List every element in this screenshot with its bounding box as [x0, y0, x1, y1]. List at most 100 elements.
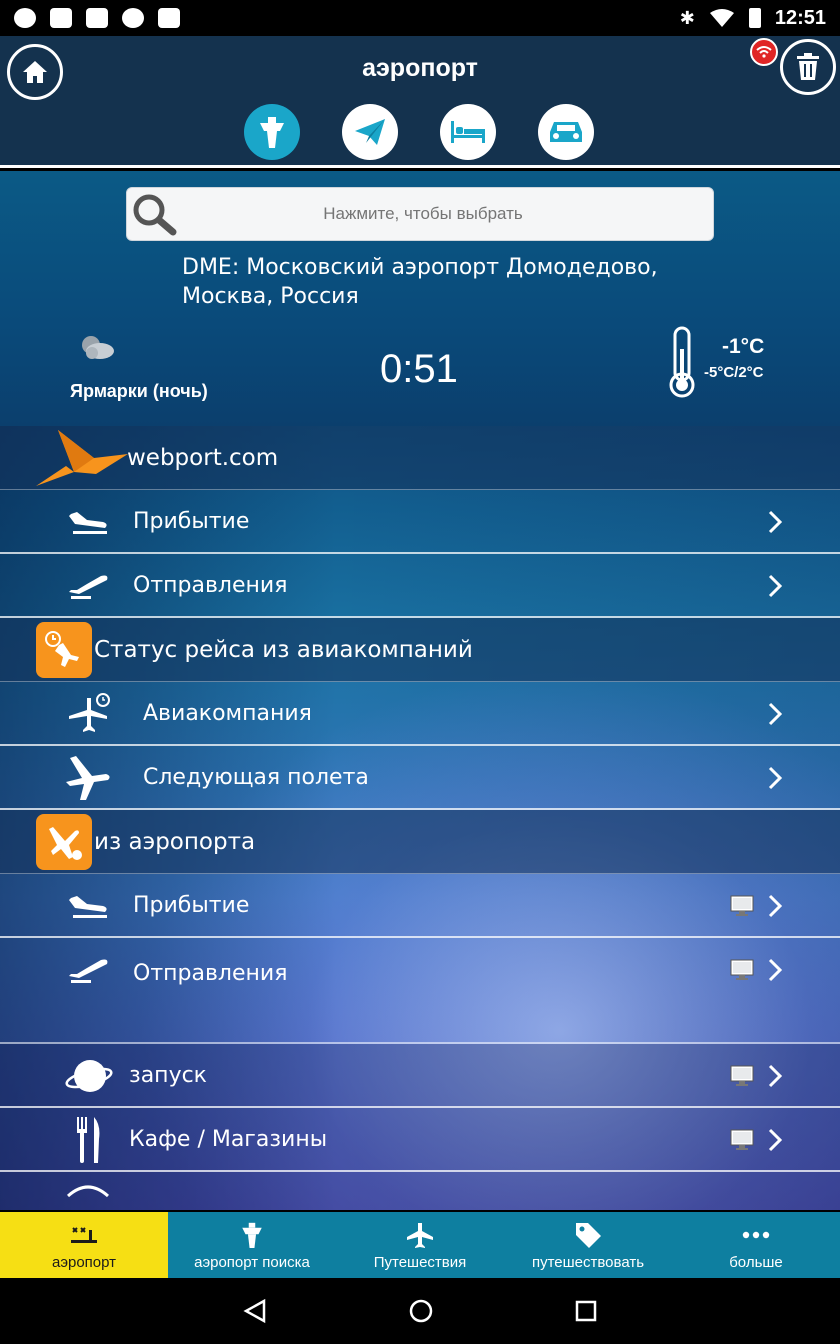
nav-airport[interactable]: аэропорт — [0, 1212, 168, 1278]
section-flight-status: Статус рейса из авиакомпаний — [0, 618, 840, 682]
list-item-label: Прибытие — [133, 508, 250, 534]
section-from-airport: из аэропорта — [0, 810, 840, 874]
plane-landing-icon — [64, 500, 114, 544]
search-icon — [127, 187, 183, 241]
trash-icon — [797, 53, 819, 80]
nav-airport-search[interactable]: аэропорт поиска — [168, 1212, 336, 1278]
nav-trip-label: путешествовать — [531, 1254, 645, 1271]
nav-more[interactable]: больше — [672, 1212, 840, 1278]
list-item-label: запуск — [129, 1062, 207, 1088]
airport-departures-badge-icon — [36, 814, 92, 870]
list-item-cafe-shops[interactable]: Кафе / Магазины — [0, 1108, 840, 1172]
paper-plane-icon — [355, 119, 385, 145]
chevron-right-icon — [768, 766, 782, 790]
nav-airport-label: аэропорт — [51, 1254, 117, 1271]
bird-logo-icon — [36, 430, 128, 486]
tab-hotels[interactable] — [440, 104, 496, 160]
chevron-right-icon — [768, 510, 782, 534]
delete-button[interactable] — [780, 39, 836, 95]
list-item-label: Отправления — [133, 572, 288, 598]
tab-cars[interactable] — [538, 104, 594, 160]
gallery-icon — [50, 8, 72, 28]
nav-travel[interactable]: Путешествия — [336, 1212, 504, 1278]
hangouts-icon — [14, 8, 36, 28]
list-item-label: Прибытие — [133, 892, 250, 918]
control-tower-icon — [260, 117, 284, 148]
monitor-icon — [730, 895, 754, 916]
airport-search[interactable] — [126, 187, 714, 241]
clipboard-icon — [158, 8, 180, 28]
chevron-right-icon — [768, 958, 782, 982]
current-temperature: -1°C — [722, 335, 765, 358]
list-item-webport-departures[interactable]: Отправления — [0, 554, 840, 618]
list-item-next-flight[interactable]: Следующая полета — [0, 746, 840, 810]
list-item-partial[interactable] — [0, 1172, 840, 1210]
bluetooth-icon: ✱ — [679, 7, 695, 29]
mode-tabs — [244, 104, 594, 160]
list-spacer — [0, 1008, 840, 1044]
local-time: 0:51 — [380, 347, 458, 391]
wifi-signal-icon — [709, 9, 734, 27]
list-item-label: Отправления — [133, 960, 288, 986]
selected-airport-name: DME: Московский аэропорт Домодедово, Мос… — [182, 255, 658, 309]
nav-travel-label: Путешествия — [373, 1254, 467, 1271]
back-icon[interactable] — [242, 1298, 268, 1324]
tab-flights[interactable] — [342, 104, 398, 160]
tab-airport[interactable] — [244, 104, 300, 160]
status-bar: ✱ 12:51 — [0, 0, 840, 36]
list-item-airline[interactable]: Авиакомпания — [0, 682, 840, 746]
list-item-webport-arrivals[interactable]: Прибытие — [0, 490, 840, 554]
section-from-airport-label: из аэропорта — [94, 828, 256, 855]
main-content: DME: Московский аэропорт Домодедово, Мос… — [0, 171, 840, 1210]
list-item-launch[interactable]: запуск — [0, 1044, 840, 1108]
nav-more-label: больше — [729, 1254, 783, 1271]
temperature-range: -5°C/2°C — [704, 364, 764, 381]
system-navigation — [0, 1278, 840, 1344]
bottom-navigation: аэропорт аэропорт поиска Путешествия пут… — [0, 1212, 840, 1278]
flight-status-badge-icon — [36, 622, 92, 678]
list-item-label: Следующая полета — [143, 764, 369, 790]
airplane-icon — [405, 1220, 435, 1250]
airport-info-panel: DME: Московский аэропорт Домодедово, Мос… — [0, 171, 840, 426]
menu-list: webport.com Прибытие Отправления Статус … — [0, 426, 840, 1210]
offline-wifi-badge[interactable] — [750, 38, 778, 66]
more-dots-icon — [741, 1220, 771, 1250]
list-item-airport-departures[interactable]: Отправления — [0, 938, 840, 1008]
list-item-airport-arrivals[interactable]: Прибытие — [0, 874, 840, 938]
wifi-icon — [756, 46, 772, 58]
list-item-label: Кафе / Магазины — [129, 1126, 328, 1152]
monitor-icon — [730, 1129, 754, 1150]
section-webport: webport.com — [0, 426, 840, 490]
fork-knife-icon — [64, 1117, 114, 1163]
app-header: аэропорт — [0, 36, 840, 168]
section-status-label: Статус рейса из авиакомпаний — [94, 636, 473, 663]
chevron-right-icon — [768, 1128, 782, 1152]
thermometer-icon — [669, 326, 695, 398]
battery-icon — [748, 8, 761, 28]
plane-takeoff-icon — [64, 948, 114, 992]
list-item-label: Авиакомпания — [143, 700, 312, 726]
chevron-right-icon — [768, 702, 782, 726]
tag-icon — [573, 1220, 603, 1250]
planet-icon — [64, 1054, 114, 1098]
notification-icons — [14, 8, 180, 28]
home-circle-icon[interactable] — [408, 1298, 434, 1324]
nav-trip[interactable]: путешествовать — [504, 1212, 672, 1278]
nav-airport-search-label: аэропорт поиска — [194, 1254, 310, 1271]
search-input[interactable] — [183, 188, 713, 240]
chevron-right-icon — [768, 1064, 782, 1088]
chevron-right-icon — [768, 574, 782, 598]
plane-icon — [64, 756, 114, 800]
plane-takeoff-icon — [64, 564, 114, 608]
plane-clock-icon — [64, 692, 114, 736]
section-webport-label: webport.com — [127, 444, 279, 471]
car-icon — [550, 122, 582, 142]
chevron-right-icon — [768, 894, 782, 918]
gmail-icon — [86, 8, 108, 28]
weather-location: Ярмарки (ночь) — [70, 381, 208, 401]
monitor-icon — [730, 1065, 754, 1086]
recents-icon[interactable] — [574, 1299, 598, 1323]
plane-landing-icon — [64, 884, 114, 928]
check-icon — [122, 8, 144, 28]
monitor-icon — [730, 959, 754, 980]
